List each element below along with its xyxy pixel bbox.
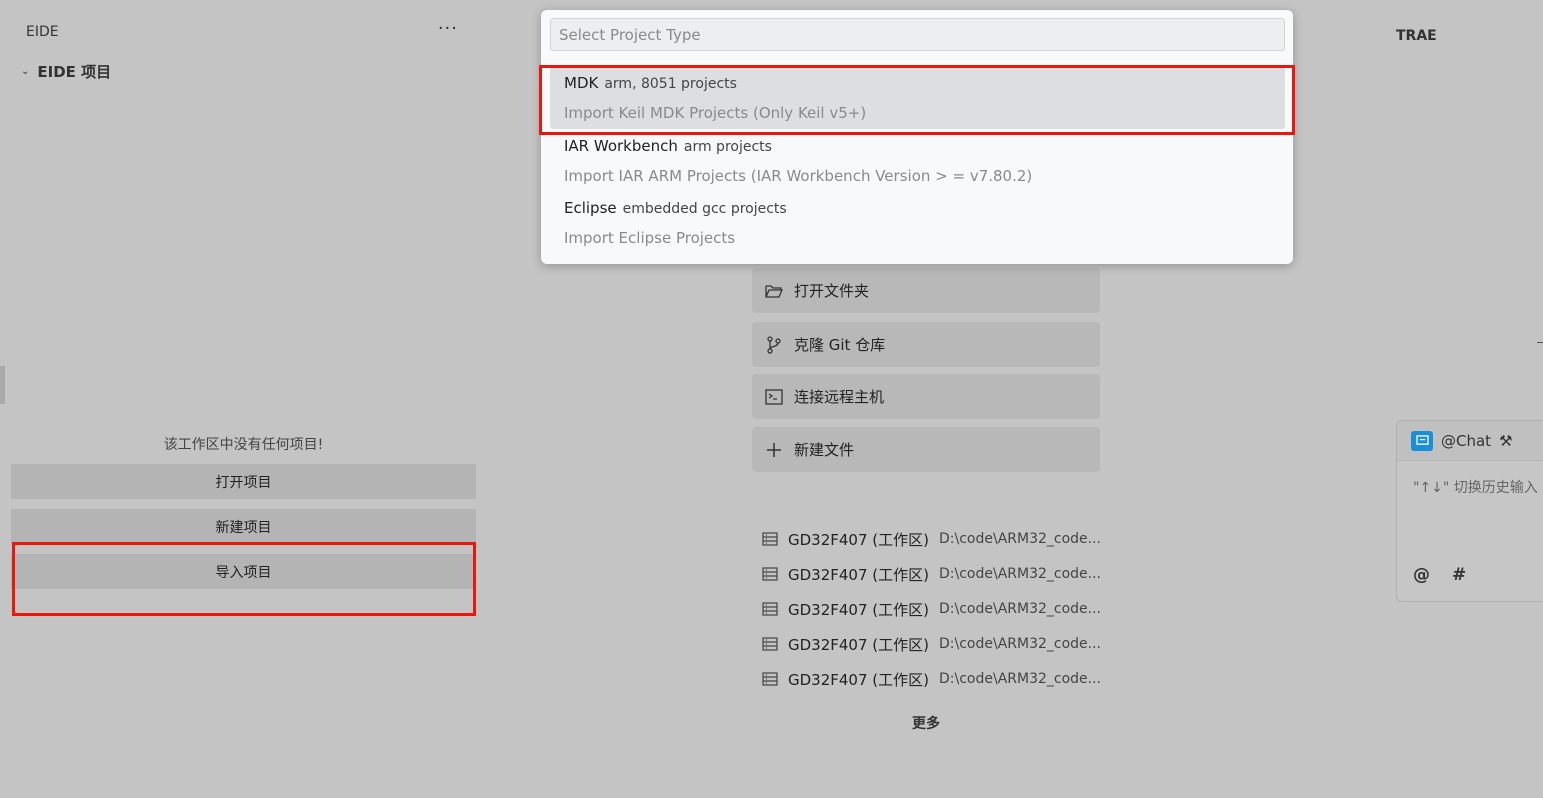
- recent-workspace-item[interactable]: GD32F407 (工作区) D:\code\ARM32_code...: [762, 668, 1101, 690]
- quickpick-item-iar[interactable]: IAR Workbench arm projects Import IAR ARM…: [550, 130, 1285, 192]
- recent-workspace-item[interactable]: GD32F407 (工作区) D:\code\ARM32_code...: [762, 598, 1101, 620]
- trae-side-panel: TRAE @Chat ⚒ "↑↓" 切换历史输入 @ #: [1376, 8, 1543, 798]
- open-project-button[interactable]: 打开项目: [11, 464, 476, 499]
- empty-workspace-message: 该工作区中没有任何项目!: [163, 437, 324, 453]
- workspace-icon: [762, 602, 778, 616]
- quickpick-item-description: arm projects: [683, 139, 772, 155]
- chat-input-placeholder[interactable]: "↑↓" 切换历史输入: [1413, 477, 1538, 497]
- quickpick-item-description: arm, 8051 projects: [604, 76, 737, 92]
- new-file-button[interactable]: 新建文件: [752, 427, 1100, 472]
- recent-workspace-path: D:\code\ARM32_code...: [939, 671, 1102, 687]
- more-recent-link[interactable]: 更多: [482, 713, 1370, 733]
- section-title: EIDE 项目: [37, 63, 112, 81]
- chat-header: @Chat ⚒: [1397, 421, 1543, 461]
- recent-workspace-path: D:\code\ARM32_code...: [939, 566, 1102, 582]
- recent-workspace-name: GD32F407 (工作区): [788, 635, 929, 654]
- terminal-icon: [765, 388, 783, 405]
- panel-title: TRAE: [1396, 28, 1437, 44]
- workspace-icon: [762, 672, 778, 686]
- open-folder-label: 打开文件夹: [794, 282, 870, 300]
- clone-git-label: 克隆 Git 仓库: [794, 336, 886, 354]
- import-project-button[interactable]: 导入项目: [11, 554, 476, 589]
- new-file-label: 新建文件: [794, 441, 855, 459]
- connect-remote-label: 连接远程主机: [794, 388, 885, 406]
- chat-input-box[interactable]: @Chat ⚒ "↑↓" 切换历史输入 @ #: [1396, 420, 1543, 602]
- tools-icon[interactable]: ⚒: [1499, 432, 1512, 450]
- quickpick-item-title: Eclipse embedded gcc projects: [564, 199, 787, 217]
- quickpick-item-title: MDK arm, 8051 projects: [564, 74, 737, 92]
- quickpick-item-label: IAR Workbench: [564, 137, 678, 155]
- sash-handle[interactable]: [0, 366, 5, 404]
- recent-workspace-path: D:\code\ARM32_code...: [939, 531, 1102, 547]
- project-type-search-input[interactable]: [550, 18, 1285, 51]
- clone-git-button[interactable]: 克隆 Git 仓库: [752, 322, 1100, 367]
- chat-tools: @ #: [1413, 565, 1466, 585]
- recent-workspace-path: D:\code\ARM32_code...: [939, 636, 1102, 652]
- chevron-down-icon: ⌄: [21, 66, 30, 77]
- chat-badge-icon: [1411, 430, 1433, 451]
- recent-workspace-item[interactable]: GD32F407 (工作区) D:\code\ARM32_code...: [762, 633, 1101, 655]
- folder-open-icon: [765, 284, 783, 298]
- panel-title: EIDE: [26, 24, 59, 40]
- eide-projects-section[interactable]: ⌄ EIDE 项目: [21, 61, 111, 82]
- quickpick-item-title: IAR Workbench arm projects: [564, 137, 772, 155]
- mention-icon[interactable]: @: [1413, 565, 1430, 585]
- recent-workspace-name: GD32F407 (工作区): [788, 565, 929, 584]
- open-folder-button[interactable]: 打开文件夹: [752, 268, 1100, 313]
- quickpick-item-detail: Import Eclipse Projects: [564, 229, 736, 247]
- quickpick-item-label: Eclipse: [564, 199, 617, 217]
- workspace-icon: [762, 532, 778, 546]
- more-actions-icon[interactable]: ···: [438, 18, 458, 39]
- recent-workspace-item[interactable]: GD32F407 (工作区) D:\code\ARM32_code...: [762, 528, 1101, 550]
- quickpick-item-detail: Import IAR ARM Projects (IAR Workbench V…: [564, 167, 1033, 185]
- hash-icon[interactable]: #: [1452, 565, 1466, 585]
- quickpick-item-detail: Import Keil MDK Projects (Only Keil v5+): [564, 104, 867, 122]
- connect-remote-button[interactable]: 连接远程主机: [752, 374, 1100, 419]
- recent-workspace-name: GD32F407 (工作区): [788, 600, 929, 619]
- workspace-icon: [762, 567, 778, 581]
- project-type-quickpick: MDK arm, 8051 projects Import Keil MDK Pr…: [541, 10, 1293, 264]
- chat-label[interactable]: @Chat: [1441, 432, 1491, 450]
- quickpick-item-mdk[interactable]: MDK arm, 8051 projects Import Keil MDK Pr…: [550, 67, 1285, 129]
- recent-workspace-path: D:\code\ARM32_code...: [939, 601, 1102, 617]
- workspace-icon: [762, 637, 778, 651]
- quickpick-item-label: MDK: [564, 74, 599, 92]
- new-project-button[interactable]: 新建项目: [11, 509, 476, 544]
- quickpick-item-description: embedded gcc projects: [622, 201, 787, 217]
- quickpick-item-eclipse[interactable]: Eclipse embedded gcc projects Import Ecli…: [550, 192, 1285, 254]
- plus-icon: [767, 442, 781, 457]
- recent-workspace-item[interactable]: GD32F407 (工作区) D:\code\ARM32_code...: [762, 563, 1101, 585]
- git-branch-icon: [767, 335, 781, 354]
- decorative-mark: [1537, 342, 1543, 352]
- recent-workspace-name: GD32F407 (工作区): [788, 670, 929, 689]
- recent-workspace-name: GD32F407 (工作区): [788, 530, 929, 549]
- eide-side-panel: EIDE ··· ⌄ EIDE 项目 该工作区中没有任何项目! 打开项目 新建项…: [11, 8, 476, 798]
